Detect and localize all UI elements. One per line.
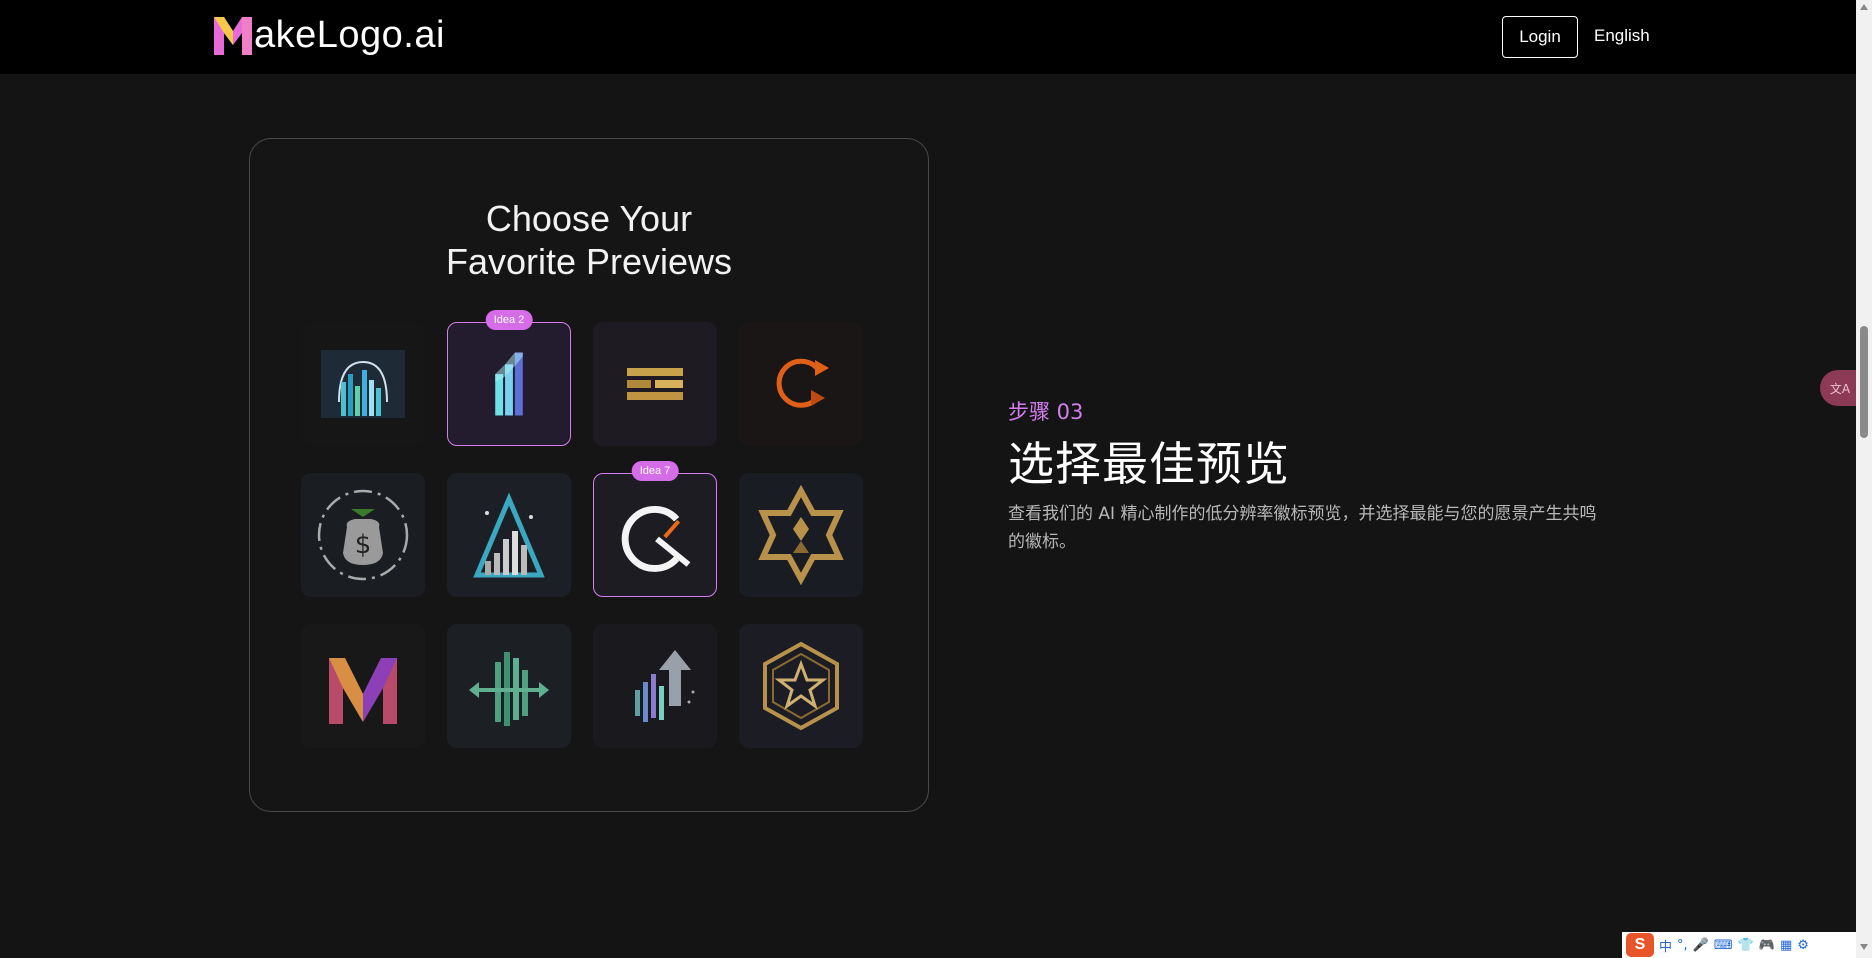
star-hexagon-logo-icon xyxy=(739,624,863,748)
preview-tile-star-hexagon[interactable] xyxy=(739,624,863,748)
skin-icon[interactable]: 👕 xyxy=(1738,938,1754,953)
scroll-down-arrow-icon[interactable] xyxy=(1860,944,1868,950)
gamepad-icon[interactable]: 🎮 xyxy=(1759,938,1775,953)
brand-name: akeLogo.ai xyxy=(254,14,445,56)
keyboard-icon[interactable]: ⌨ xyxy=(1714,938,1733,953)
bar-chart-logo-icon xyxy=(448,323,570,445)
preview-tile-colorful-m[interactable] xyxy=(301,624,425,748)
makelogo-logo[interactable]: akeLogo.ai xyxy=(212,14,445,57)
rising-triangle-bars-logo-icon xyxy=(447,473,571,597)
arrow-up-bars-logo-icon xyxy=(593,624,717,748)
svg-text:$: $ xyxy=(355,530,372,560)
preview-tile-rising-triangle[interactable] xyxy=(447,473,571,597)
step-label: 步骤 03 xyxy=(1008,400,1084,424)
step-description: 查看我们的 AI 精心制作的低分辨率徽标预览，并选择最能与您的愿景产生共鸣的徽标… xyxy=(1008,504,1597,552)
top-navbar: akeLogo.ai Login English xyxy=(0,0,1856,74)
q-gauge-logo-icon xyxy=(594,474,716,596)
settings-icon[interactable]: ⚙ xyxy=(1797,938,1809,953)
translate-icon[interactable]: 文A xyxy=(1820,370,1860,406)
preview-tile-arrow-up-bars[interactable] xyxy=(593,624,717,748)
idea-badge: Idea 7 xyxy=(631,461,679,481)
idea-badge: Idea 2 xyxy=(485,310,533,330)
grid-icon[interactable]: ▦ xyxy=(1780,938,1792,953)
preview-tile-money-bag[interactable]: $ xyxy=(301,473,425,597)
scrollbar-thumb[interactable] xyxy=(1860,326,1868,438)
preview-tile-gold-star-emblem[interactable] xyxy=(739,473,863,597)
step-title: 选择最佳预览 xyxy=(1008,437,1290,491)
teal-bars-arrows-logo-icon xyxy=(447,624,571,748)
card-title: Choose Your Favorite Previews xyxy=(445,198,733,282)
preview-tile-q-gauge[interactable]: Idea 7 xyxy=(593,461,717,597)
gold-star-emblem-logo-icon xyxy=(739,473,863,597)
ime-toolbar: S 中 °, 🎤 ⌨ 👕 🎮 ▦ ⚙ xyxy=(1622,932,1856,958)
gold-bricks-logo-icon xyxy=(593,322,717,446)
preview-tile-bar-chart[interactable]: Idea 2 xyxy=(447,310,571,446)
orange-refresh-logo-icon xyxy=(739,322,863,446)
preview-tile-gold-bricks[interactable] xyxy=(593,322,717,446)
ime-punctuation-toggle[interactable]: °, xyxy=(1677,938,1688,953)
ime-logo-icon[interactable]: S xyxy=(1626,933,1654,957)
city-skyline-arch-logo-icon xyxy=(301,322,425,446)
preview-tile-teal-bars-arrows[interactable] xyxy=(447,624,571,748)
microphone-icon[interactable]: 🎤 xyxy=(1693,938,1709,953)
login-button[interactable]: Login xyxy=(1502,16,1578,58)
ime-mode-toggle[interactable]: 中 xyxy=(1659,936,1672,955)
scroll-up-arrow-icon[interactable] xyxy=(1860,4,1868,10)
preview-tile-city-skyline[interactable] xyxy=(301,322,425,446)
page-scrollbar[interactable] xyxy=(1856,0,1872,958)
money-bag-logo-icon: $ xyxy=(301,473,425,597)
previews-card: Choose Your Favorite Previews Idea 2 $ I… xyxy=(249,138,929,812)
colorful-m-logo-icon xyxy=(301,624,425,748)
preview-tile-orange-refresh[interactable] xyxy=(739,322,863,446)
language-selector[interactable]: English xyxy=(1594,26,1650,46)
brand-m-icon xyxy=(214,16,252,55)
